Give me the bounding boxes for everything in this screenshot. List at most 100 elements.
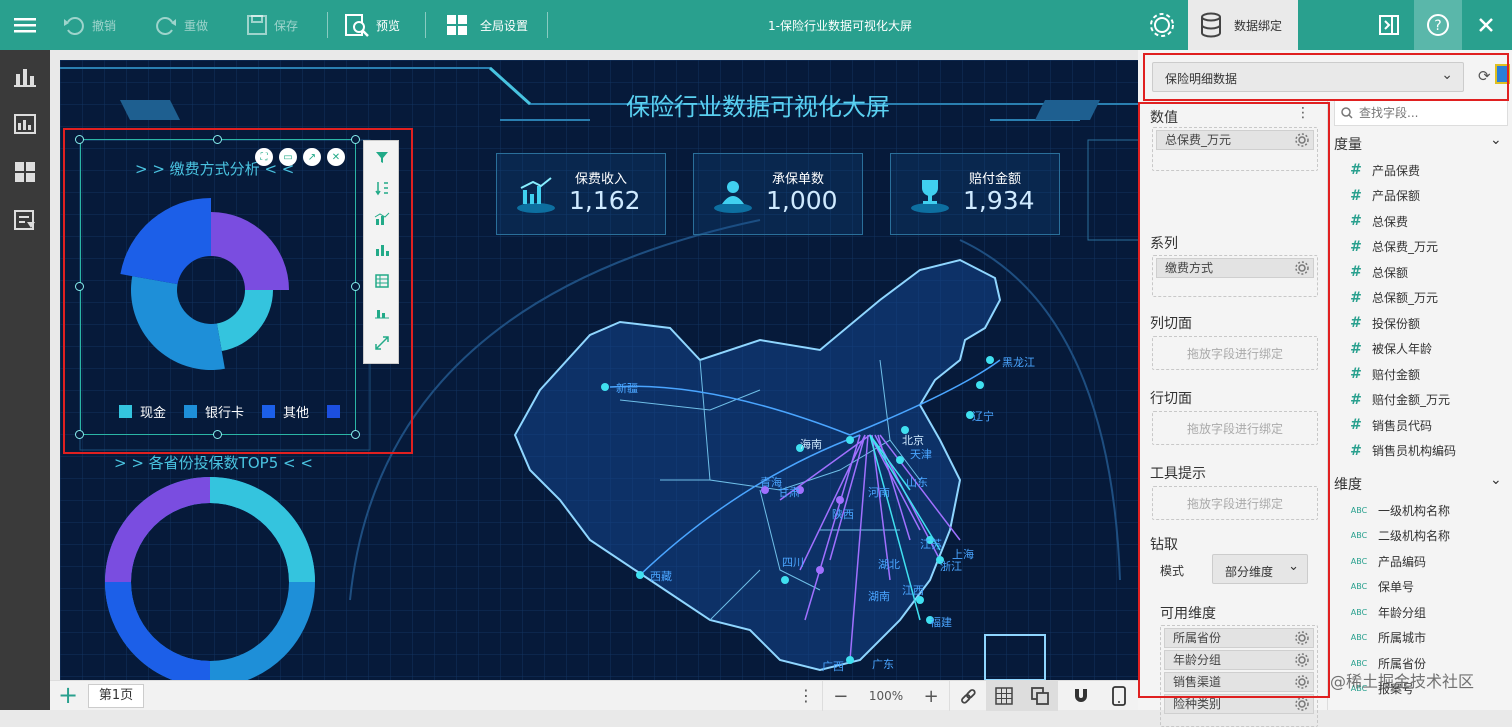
chart-type-icon[interactable]	[374, 304, 390, 320]
panel-toggle-icon[interactable]	[1378, 0, 1400, 50]
resize-handle[interactable]	[75, 430, 84, 439]
pie-chart[interactable]	[111, 180, 311, 400]
chevron-down-icon[interactable]: ⌄	[1490, 132, 1502, 148]
column-slice-drop-zone[interactable]: 拖放字段进行绑定	[1152, 336, 1318, 370]
add-page-icon[interactable]: +	[58, 683, 78, 707]
field-search[interactable]	[1334, 100, 1508, 126]
dashboard-canvas[interactable]: 保险行业数据可视化大屏 保费收入 1,162 承保单数 1,000 赔付金额 1…	[60, 60, 1138, 680]
more-options-icon[interactable]: ⋮	[798, 686, 814, 705]
gear-icon[interactable]	[1295, 133, 1309, 147]
tooltip-drop-zone[interactable]: 拖放字段进行绑定	[1152, 486, 1318, 520]
series-drop-zone[interactable]: 缴费方式	[1152, 255, 1318, 297]
grid-icon[interactable]	[986, 681, 1022, 711]
redo-button[interactable]: 重做	[154, 0, 208, 50]
global-settings-button[interactable]: 全局设置	[446, 0, 528, 50]
measure-field[interactable]: # 产品保费	[1340, 158, 1420, 182]
mobile-icon[interactable]	[1104, 681, 1134, 711]
field-search-input[interactable]	[1359, 106, 1499, 120]
gear-icon[interactable]	[1295, 697, 1309, 711]
layers-icon[interactable]	[1022, 681, 1058, 711]
measure-field[interactable]: # 产品保额	[1340, 184, 1420, 208]
dimension-chip[interactable]: 年龄分组	[1164, 650, 1314, 670]
dimension-field[interactable]: ABC 保单号	[1340, 575, 1414, 599]
magnet-icon[interactable]	[1066, 681, 1096, 711]
menu-icon[interactable]	[14, 0, 36, 50]
dimension-field[interactable]: ABC 二级机构名称	[1340, 524, 1450, 548]
gear-icon[interactable]	[1295, 675, 1309, 689]
measure-field[interactable]: # 销售员机构编码	[1340, 439, 1456, 463]
measure-field[interactable]: # 总保额_万元	[1340, 286, 1438, 310]
share-icon[interactable]: ↗	[303, 148, 321, 166]
more-icon[interactable]: ⋮	[1296, 105, 1310, 121]
measure-field[interactable]: # 赔付金额_万元	[1340, 388, 1450, 412]
dimension-chip[interactable]: 所属省份	[1164, 628, 1314, 648]
values-drop-zone[interactable]: 总保费_万元	[1152, 127, 1318, 171]
dimension-field[interactable]: ABC 年龄分组	[1340, 600, 1426, 624]
preview-button[interactable]: 预览	[344, 0, 400, 50]
series-chip[interactable]: 缴费方式	[1156, 258, 1314, 278]
pie-slice[interactable]	[120, 198, 211, 285]
link-icon[interactable]	[950, 681, 986, 711]
save-button[interactable]: 保存	[246, 0, 298, 50]
dimension-chip[interactable]: 销售渠道	[1164, 672, 1314, 692]
data-binding-tab[interactable]: 数据绑定	[1188, 0, 1298, 50]
values-chip[interactable]: 总保费_万元	[1156, 130, 1314, 150]
table-chart-icon[interactable]	[13, 112, 37, 136]
resize-handle[interactable]	[213, 135, 222, 144]
measure-field[interactable]: # 赔付金额	[1340, 362, 1420, 386]
resize-handle[interactable]	[351, 430, 360, 439]
measure-field[interactable]: # 总保费	[1340, 209, 1408, 233]
bar-chart-icon[interactable]	[13, 64, 37, 88]
measure-field[interactable]: # 总保额	[1340, 260, 1408, 284]
dimension-field[interactable]: ABC 所属城市	[1340, 626, 1426, 650]
fullscreen-icon[interactable]: ⛶	[255, 148, 273, 166]
zoom-out-icon[interactable]: −	[833, 686, 848, 707]
measure-field[interactable]: # 投保份额	[1340, 311, 1420, 335]
dimension-field[interactable]: ABC 产品编码	[1340, 549, 1426, 573]
kpi-card-policies[interactable]: 承保单数 1,000	[693, 153, 863, 235]
kpi-card-premium[interactable]: 保费收入 1,162	[496, 153, 666, 235]
dimension-field[interactable]: ABC 一级机构名称	[1340, 498, 1450, 522]
resize-handle[interactable]	[213, 430, 222, 439]
pie-slice[interactable]	[216, 290, 273, 352]
edit-dataset-icon[interactable]	[1495, 64, 1510, 84]
resize-handle[interactable]	[75, 135, 84, 144]
resize-handle[interactable]	[75, 282, 84, 291]
filter-form-icon[interactable]	[13, 208, 37, 232]
undo-button[interactable]: 撤销	[62, 0, 116, 50]
filter-icon[interactable]	[374, 149, 390, 165]
available-dims-zone[interactable]: 所属省份 年龄分组 销售渠道 险种类别	[1160, 625, 1318, 727]
settings-gear-icon[interactable]	[1148, 0, 1176, 50]
refresh-icon[interactable]: ⟳	[1478, 67, 1491, 85]
delete-icon[interactable]: ✕	[327, 148, 345, 166]
pie-slice[interactable]	[211, 212, 289, 290]
resize-handle[interactable]	[351, 282, 360, 291]
drill-mode-select[interactable]: 部分维度 ⌄	[1212, 554, 1308, 584]
page-tab[interactable]: 第1页	[88, 684, 144, 708]
gear-icon[interactable]	[1295, 653, 1309, 667]
gear-icon[interactable]	[1295, 631, 1309, 645]
help-icon[interactable]: ?	[1414, 0, 1462, 50]
resize-handle[interactable]	[351, 135, 360, 144]
sort-icon[interactable]	[374, 180, 390, 196]
measure-field[interactable]: # 总保费_万元	[1340, 235, 1438, 259]
kpi-card-claims[interactable]: 赔付金额 1,934	[890, 153, 1060, 235]
chevron-down-icon[interactable]: ⌄	[1490, 472, 1502, 488]
row-slice-drop-zone[interactable]: 拖放字段进行绑定	[1152, 411, 1318, 445]
combo-chart-icon[interactable]	[374, 211, 390, 227]
comment-icon[interactable]: ▭	[279, 148, 297, 166]
measure-field[interactable]: # 被保人年龄	[1340, 337, 1432, 361]
zoom-in-icon[interactable]: +	[924, 686, 939, 707]
pie-widget[interactable]: > > 缴费方式分析 < < 现金 银行卡 其他 ⛶ ▭ ↗ ✕	[80, 139, 356, 435]
components-icon[interactable]	[13, 160, 37, 184]
bar-chart-icon[interactable]	[374, 242, 390, 258]
dataset-select[interactable]: 保险明细数据 ⌄	[1152, 62, 1464, 92]
expand-icon[interactable]	[374, 335, 390, 351]
measure-field[interactable]: # 销售员代码	[1340, 413, 1432, 437]
pie-slice[interactable]	[130, 276, 225, 370]
dimension-chip[interactable]: 险种类别	[1164, 694, 1314, 714]
close-icon[interactable]	[1478, 0, 1494, 50]
gear-icon[interactable]	[1295, 261, 1309, 275]
donut-chart[interactable]	[100, 470, 340, 680]
table-icon[interactable]	[374, 273, 390, 289]
